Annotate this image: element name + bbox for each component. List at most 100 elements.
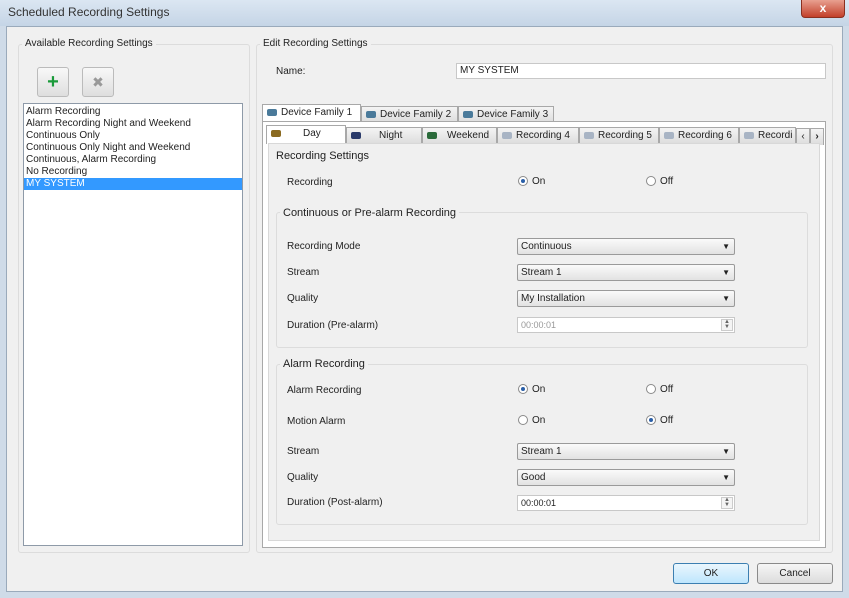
recording-label: Recording bbox=[287, 177, 333, 188]
plus-icon: + bbox=[47, 71, 59, 93]
weekend-icon bbox=[427, 131, 437, 139]
list-item[interactable]: Continuous, Alarm Recording bbox=[24, 154, 242, 166]
settings-list[interactable]: Alarm Recording Alarm Recording Night an… bbox=[23, 103, 243, 546]
schedule-icon bbox=[744, 131, 754, 139]
radio-icon bbox=[646, 176, 656, 187]
alarm-quality-select[interactable]: Good ▼ bbox=[517, 469, 735, 486]
chevron-left-icon: ‹ bbox=[801, 131, 805, 142]
tab-label: Recording 4 bbox=[516, 130, 570, 141]
radio-label: Off bbox=[660, 176, 674, 187]
tab-recording-6[interactable]: Recording 6 bbox=[659, 127, 739, 144]
spin-value: 00:00:01 bbox=[521, 498, 557, 508]
radio-icon bbox=[518, 415, 528, 426]
tab-label: Recording 5 bbox=[598, 130, 652, 141]
cancel-button[interactable]: Cancel bbox=[757, 563, 833, 584]
tab-recording-7[interactable]: Recordi bbox=[739, 127, 796, 144]
tab-recording-5[interactable]: Recording 5 bbox=[579, 127, 659, 144]
post-alarm-duration-input[interactable]: 00:00:01 ▲ ▼ bbox=[517, 495, 735, 511]
dropdown-arrow-icon: ▼ bbox=[722, 294, 730, 303]
night-icon bbox=[351, 131, 361, 139]
list-item[interactable]: Alarm Recording Night and Weekend bbox=[24, 118, 242, 130]
tab-label: Recording 6 bbox=[678, 130, 732, 141]
motion-on-radio[interactable]: On bbox=[518, 415, 545, 426]
pre-alarm-duration-label: Duration (Pre-alarm) bbox=[287, 320, 379, 331]
spin-value: 00:00:01 bbox=[521, 320, 557, 330]
device-icon bbox=[267, 108, 277, 116]
alarm-stream-select[interactable]: Stream 1 ▼ bbox=[517, 443, 735, 460]
tab-recording-4[interactable]: Recording 4 bbox=[497, 127, 579, 144]
radio-selected-icon bbox=[518, 176, 528, 187]
tab-label: Day bbox=[303, 128, 321, 139]
dropdown-arrow-icon: ▼ bbox=[722, 268, 730, 277]
alarm-recording-label: Alarm Recording bbox=[287, 385, 362, 396]
stream-select[interactable]: Stream 1 ▼ bbox=[517, 264, 735, 281]
continuous-header: Continuous or Pre-alarm Recording bbox=[280, 207, 460, 219]
radio-label: On bbox=[532, 176, 546, 187]
spin-arrows-icon[interactable]: ▲ ▼ bbox=[721, 497, 733, 509]
tab-label: Recordi bbox=[758, 130, 793, 141]
tab-weekend[interactable]: Weekend bbox=[422, 127, 497, 144]
radio-selected-icon bbox=[518, 384, 528, 395]
quality-select[interactable]: My Installation ▼ bbox=[517, 290, 735, 307]
add-button[interactable]: + bbox=[37, 67, 69, 97]
window-title: Scheduled Recording Settings bbox=[8, 5, 170, 19]
recording-off-radio[interactable]: Off bbox=[646, 176, 673, 187]
dropdown-arrow-icon: ▼ bbox=[722, 242, 730, 251]
recording-mode-label: Recording Mode bbox=[287, 241, 361, 252]
alarm-stream-label: Stream bbox=[287, 446, 320, 457]
radio-label: On bbox=[532, 384, 546, 395]
alarm-off-radio[interactable]: Off bbox=[646, 384, 673, 395]
radio-label: On bbox=[532, 415, 546, 426]
day-icon bbox=[271, 129, 281, 137]
delete-button[interactable]: ✖ bbox=[82, 67, 114, 97]
motion-alarm-label: Motion Alarm bbox=[287, 416, 346, 427]
chevron-right-icon: › bbox=[815, 131, 819, 142]
recording-on-radio[interactable]: On bbox=[518, 176, 545, 187]
select-value: Continuous bbox=[521, 241, 572, 252]
schedule-icon bbox=[584, 131, 594, 139]
schedule-icon bbox=[664, 131, 674, 139]
pre-alarm-duration-input[interactable]: 00:00:01 ▲ ▼ bbox=[517, 317, 735, 333]
motion-off-radio[interactable]: Off bbox=[646, 415, 673, 426]
tab-label: Weekend bbox=[447, 130, 490, 141]
radio-label: Off bbox=[660, 384, 674, 395]
tab-day[interactable]: Day bbox=[266, 125, 346, 144]
recording-mode-select[interactable]: Continuous ▼ bbox=[517, 238, 735, 255]
name-input[interactable]: MY SYSTEM bbox=[456, 63, 826, 79]
list-item-selected[interactable]: MY SYSTEM bbox=[24, 178, 242, 190]
alarm-on-radio[interactable]: On bbox=[518, 384, 545, 395]
radio-selected-icon bbox=[646, 415, 656, 426]
list-item[interactable]: Continuous Only Night and Weekend bbox=[24, 142, 242, 154]
tab-label: Night bbox=[379, 130, 403, 141]
stream-label: Stream bbox=[287, 267, 320, 278]
alarm-header: Alarm Recording bbox=[280, 358, 368, 370]
schedule-icon bbox=[502, 131, 512, 139]
alarm-quality-label: Quality bbox=[287, 472, 319, 483]
list-item[interactable]: Alarm Recording bbox=[24, 106, 242, 118]
select-value: Stream 1 bbox=[521, 267, 562, 278]
select-value: Stream 1 bbox=[521, 446, 562, 457]
name-label: Name: bbox=[276, 66, 306, 77]
available-settings-label: Available Recording Settings bbox=[22, 38, 156, 49]
list-item[interactable]: No Recording bbox=[24, 166, 242, 178]
recording-settings-header: Recording Settings bbox=[276, 150, 369, 162]
quality-label: Quality bbox=[287, 293, 319, 304]
device-icon bbox=[366, 110, 376, 118]
select-value: Good bbox=[521, 472, 546, 483]
list-item[interactable]: Continuous Only bbox=[24, 130, 242, 142]
close-button[interactable]: x bbox=[801, 0, 845, 18]
tab-label: Device Family 3 bbox=[477, 109, 549, 120]
select-value: My Installation bbox=[521, 293, 585, 304]
dropdown-arrow-icon: ▼ bbox=[722, 447, 730, 456]
dropdown-arrow-icon: ▼ bbox=[722, 473, 730, 482]
tab-label: Device Family 1 bbox=[281, 107, 353, 118]
spin-arrows-icon[interactable]: ▲ ▼ bbox=[721, 319, 733, 331]
tab-device-family-1[interactable]: Device Family 1 bbox=[262, 104, 361, 122]
post-alarm-duration-label: Duration (Post-alarm) bbox=[287, 497, 383, 508]
radio-label: Off bbox=[660, 415, 674, 426]
tab-label: Device Family 2 bbox=[380, 109, 452, 120]
tab-night[interactable]: Night bbox=[346, 127, 422, 144]
ok-button[interactable]: OK bbox=[673, 563, 749, 584]
delete-icon: ✖ bbox=[92, 74, 104, 90]
radio-icon bbox=[646, 384, 656, 395]
